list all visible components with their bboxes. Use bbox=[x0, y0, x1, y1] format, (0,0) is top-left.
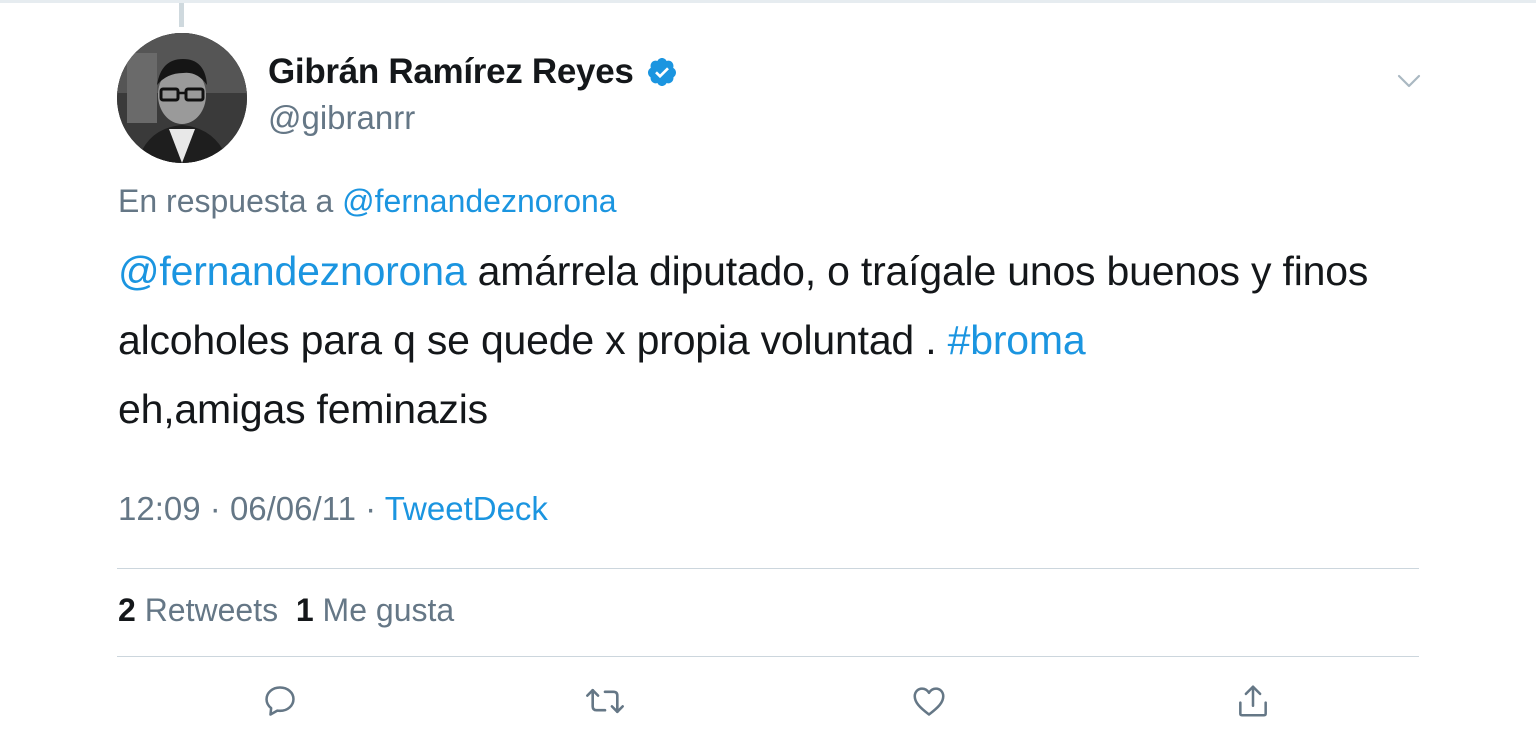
reply-button[interactable] bbox=[260, 681, 300, 721]
source-link[interactable]: TweetDeck bbox=[385, 490, 548, 527]
top-border bbox=[0, 0, 1536, 3]
avatar[interactable] bbox=[117, 33, 247, 163]
reply-to-link[interactable]: @fernandeznorona bbox=[342, 183, 616, 219]
mention-link[interactable]: @fernandeznorona bbox=[118, 248, 467, 294]
author-handle[interactable]: @gibranrr bbox=[268, 99, 415, 137]
chevron-down-icon[interactable] bbox=[1396, 68, 1422, 94]
tweet-date[interactable]: 06/06/11 bbox=[230, 490, 356, 527]
likes-count: 1 bbox=[295, 592, 314, 628]
reply-context: En respuesta a @fernandeznorona bbox=[118, 183, 617, 220]
share-icon bbox=[1239, 685, 1267, 717]
avatar-photo bbox=[117, 33, 247, 163]
retweets-stat[interactable]: 2 Retweets bbox=[118, 592, 278, 628]
thread-connector-line bbox=[179, 3, 184, 27]
retweet-button[interactable] bbox=[585, 681, 625, 721]
like-button[interactable] bbox=[909, 681, 949, 721]
author-name-text: Gibrán Ramírez Reyes bbox=[268, 52, 634, 91]
verified-badge-icon bbox=[647, 58, 676, 86]
tweet-stats: 2 Retweets 1 Me gusta bbox=[118, 592, 454, 629]
likes-stat[interactable]: 1 Me gusta bbox=[296, 592, 454, 628]
tweet-text-part2: eh,amigas feminazis bbox=[118, 386, 488, 432]
retweets-count: 2 bbox=[118, 592, 136, 628]
heart-icon bbox=[913, 687, 945, 716]
tweet-meta: 12:09 · 06/06/11 · TweetDeck bbox=[118, 490, 548, 528]
tweet-text: @fernandeznorona amárrela diputado, o tr… bbox=[118, 237, 1418, 444]
retweet-icon bbox=[586, 688, 624, 714]
meta-separator: · bbox=[365, 490, 377, 527]
reply-prefix: En respuesta a bbox=[118, 183, 334, 219]
divider bbox=[117, 656, 1419, 657]
hashtag-link[interactable]: #broma bbox=[948, 317, 1086, 363]
likes-label: Me gusta bbox=[322, 592, 455, 628]
tweet-time[interactable]: 12:09 bbox=[118, 490, 201, 527]
divider bbox=[117, 568, 1419, 569]
reply-icon bbox=[265, 686, 295, 716]
author-name[interactable]: Gibrán Ramírez Reyes bbox=[268, 52, 678, 92]
share-button[interactable] bbox=[1233, 681, 1273, 721]
retweets-label: Retweets bbox=[144, 592, 279, 628]
meta-separator: · bbox=[209, 490, 221, 527]
